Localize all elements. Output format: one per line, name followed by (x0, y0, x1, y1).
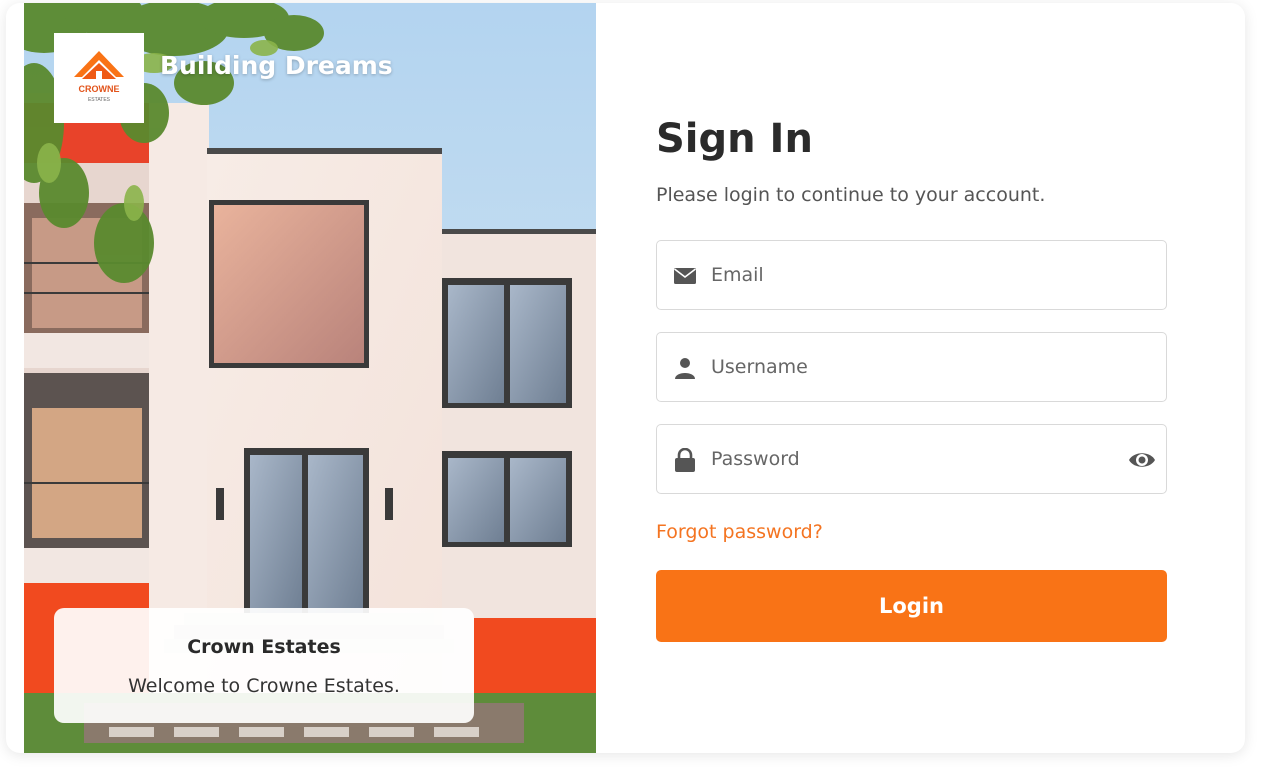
password-field[interactable] (656, 424, 1167, 494)
login-button[interactable]: Login (656, 570, 1167, 642)
page-title: Sign In (656, 116, 813, 162)
email-input[interactable] (711, 241, 1111, 309)
logo-brand-line2: ESTATES (88, 97, 111, 103)
welcome-company-name: Crown Estates (187, 636, 341, 658)
logo-brand-line1: CROWNE (79, 84, 120, 94)
logo: CROWNE ESTATES (54, 33, 144, 123)
lock-icon (675, 448, 695, 472)
house-roof-icon: CROWNE ESTATES (74, 51, 124, 103)
password-input[interactable] (711, 425, 1111, 493)
welcome-box: Crown Estates Welcome to Crowne Estates. (54, 608, 474, 723)
username-input[interactable] (711, 333, 1111, 401)
forgot-password-link[interactable]: Forgot password? (656, 521, 823, 543)
eye-icon[interactable] (1128, 446, 1156, 474)
welcome-message: Welcome to Crowne Estates. (128, 675, 400, 697)
user-icon (675, 358, 695, 379)
hero-panel: CROWNE ESTATES Building Dreams Crown Est… (24, 3, 596, 753)
email-field[interactable] (656, 240, 1167, 310)
username-field[interactable] (656, 332, 1167, 402)
login-card: CROWNE ESTATES Building Dreams Crown Est… (6, 3, 1245, 753)
page-subtitle: Please login to continue to your account… (656, 184, 1046, 206)
envelope-icon (674, 268, 696, 284)
hero-tagline: Building Dreams (160, 51, 393, 80)
sign-in-form: Sign In Please login to continue to your… (656, 3, 1167, 753)
